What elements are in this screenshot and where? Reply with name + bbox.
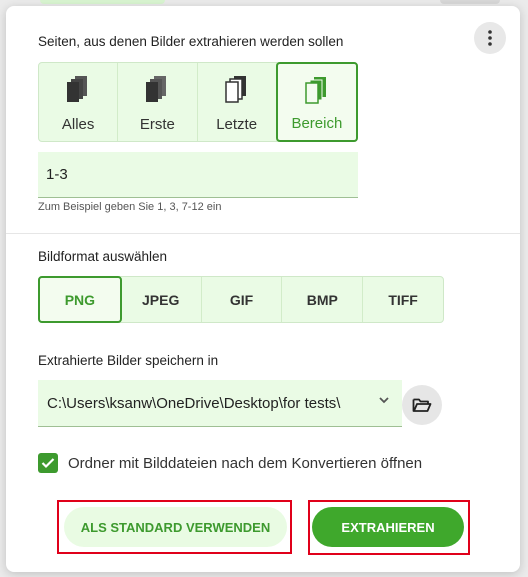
- background-button-strip: [440, 0, 500, 4]
- format-option-png[interactable]: PNG: [38, 276, 122, 323]
- save-path-value: C:\Users\ksanw\OneDrive\Desktop\for test…: [47, 394, 341, 412]
- folder-open-icon: [412, 398, 432, 412]
- page-option-last[interactable]: Letzte: [198, 63, 277, 141]
- open-folder-label: Ordner mit Bilddateien nach dem Konverti…: [68, 455, 423, 472]
- page-option-label: Bereich: [291, 115, 343, 132]
- more-vertical-icon: [488, 30, 492, 46]
- page-range-value: 1-3: [46, 166, 68, 183]
- page-selection-group: Alles Erste Letzte Bereich: [38, 62, 358, 142]
- page-option-all[interactable]: Alles: [39, 63, 119, 141]
- pages-first-icon: [146, 76, 167, 102]
- page-option-label: Letzte: [216, 116, 258, 133]
- browse-folder-button[interactable]: [402, 385, 442, 425]
- page-option-first[interactable]: Erste: [118, 63, 198, 141]
- pages-all-icon: [67, 76, 88, 102]
- page-option-label: Alles: [61, 116, 95, 133]
- page-option-label: Erste: [139, 116, 175, 133]
- format-option-tiff[interactable]: TIFF: [363, 277, 443, 322]
- chevron-down-icon: [379, 397, 389, 404]
- pages-range-icon: [305, 77, 326, 104]
- set-as-default-button[interactable]: ALS STANDARD VERWENDEN: [64, 507, 287, 547]
- pages-last-icon: [224, 76, 246, 103]
- format-section-label: Bildformat auswählen: [38, 249, 168, 264]
- section-divider: [6, 233, 520, 234]
- extract-button[interactable]: EXTRAHIEREN: [312, 507, 464, 547]
- format-option-bmp[interactable]: BMP: [282, 277, 364, 322]
- open-folder-checkbox[interactable]: [38, 453, 58, 473]
- format-option-gif[interactable]: GIF: [202, 277, 283, 322]
- more-options-button[interactable]: [474, 22, 506, 54]
- background-tab-strip: [40, 0, 165, 4]
- pages-section-label: Seiten, aus denen Bilder extrahieren wer…: [38, 34, 344, 49]
- save-section-label: Extrahierte Bilder speichern in: [38, 353, 219, 368]
- image-format-group: PNG JPEG GIF BMP TIFF: [38, 276, 444, 323]
- checkmark-icon: [41, 458, 55, 469]
- format-option-jpeg[interactable]: JPEG: [121, 277, 202, 322]
- page-range-input[interactable]: 1-3: [38, 152, 358, 198]
- save-path-select[interactable]: C:\Users\ksanw\OneDrive\Desktop\for test…: [38, 380, 402, 427]
- page-option-range[interactable]: Bereich: [275, 62, 358, 142]
- page-range-hint: Zum Beispiel geben Sie 1, 3, 7-12 ein: [38, 201, 222, 213]
